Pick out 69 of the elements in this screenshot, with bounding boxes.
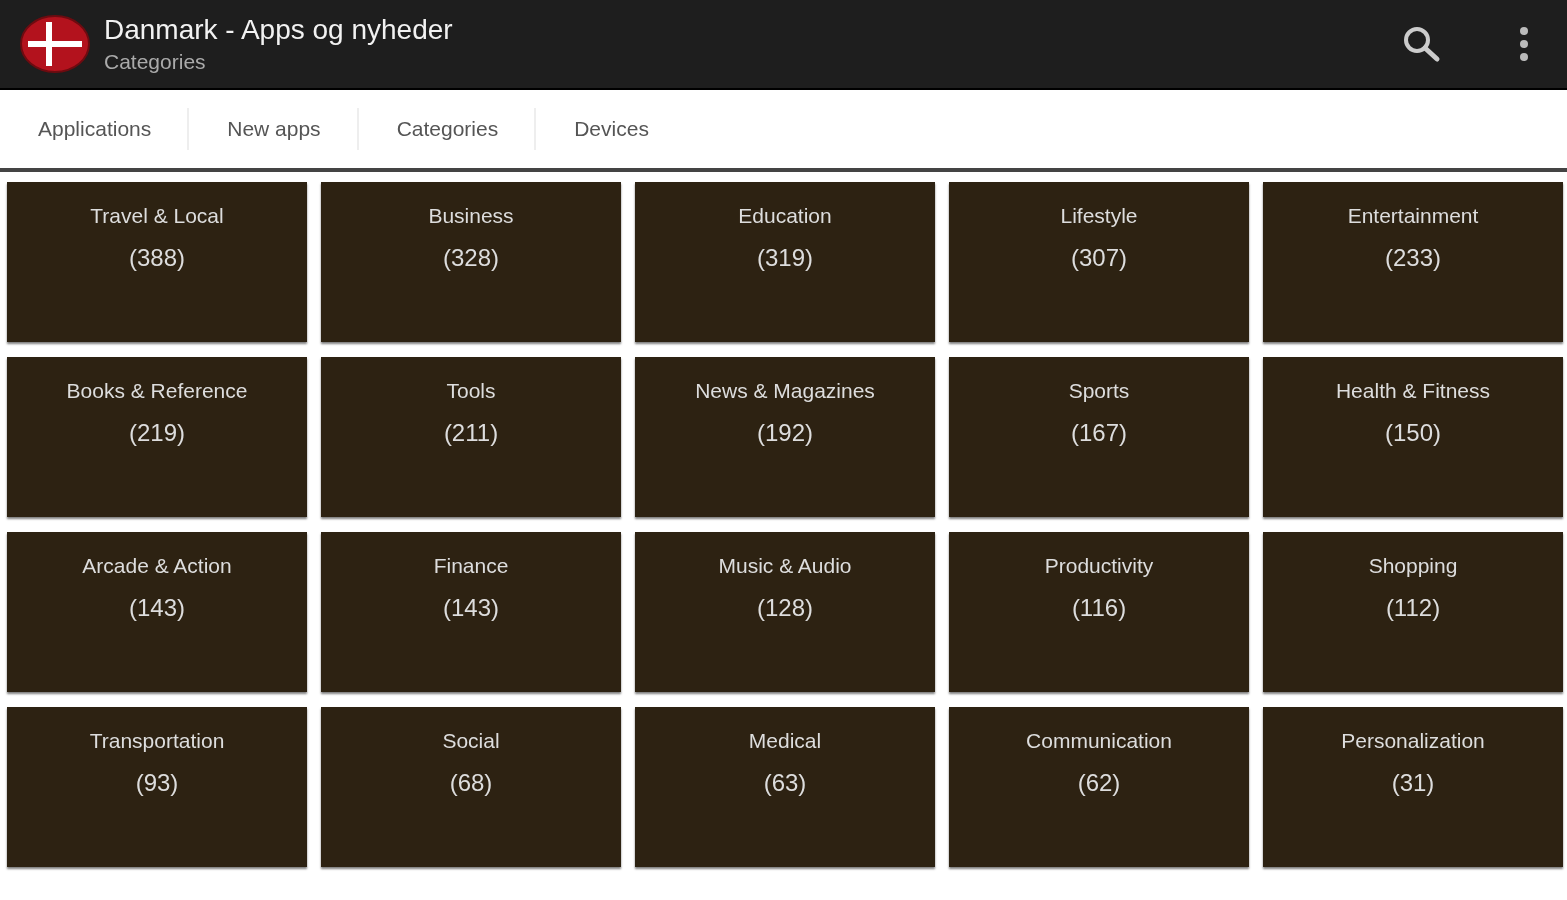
- category-count: (93): [135, 769, 179, 797]
- category-name: Social: [442, 729, 500, 753]
- category-count: (62): [1077, 769, 1121, 797]
- category-name: Entertainment: [1347, 204, 1479, 228]
- category-tile[interactable]: Medical (63): [635, 707, 935, 867]
- category-name: Lifestyle: [1060, 204, 1138, 228]
- category-name: Education: [738, 204, 832, 228]
- category-tile[interactable]: Entertainment (233): [1263, 182, 1563, 342]
- category-name: Books & Reference: [66, 379, 248, 403]
- category-tile[interactable]: Finance (143): [321, 532, 621, 692]
- category-count: (68): [449, 769, 493, 797]
- category-count: (63): [763, 769, 807, 797]
- category-count: (211): [443, 419, 499, 447]
- category-name: Shopping: [1368, 554, 1458, 578]
- category-tile[interactable]: Personalization (31): [1263, 707, 1563, 867]
- category-count: (150): [1385, 419, 1441, 447]
- category-count: (112): [1385, 594, 1441, 622]
- category-tile[interactable]: Lifestyle (307): [949, 182, 1249, 342]
- category-tile[interactable]: Arcade & Action (143): [7, 532, 307, 692]
- tab[interactable]: Applications: [18, 117, 172, 141]
- tab[interactable]: New apps: [207, 117, 341, 141]
- category-tile[interactable]: Transportation (93): [7, 707, 307, 867]
- category-tile[interactable]: Travel & Local (388): [7, 182, 307, 342]
- flag-icon[interactable]: [20, 14, 90, 74]
- category-name: Tools: [446, 379, 496, 403]
- category-tile[interactable]: Tools (211): [321, 357, 621, 517]
- category-name: Finance: [433, 554, 509, 578]
- category-count: (31): [1391, 769, 1435, 797]
- category-name: Transportation: [89, 729, 225, 753]
- category-name: Travel & Local: [90, 204, 224, 228]
- category-tile[interactable]: Business (328): [321, 182, 621, 342]
- category-tile[interactable]: Productivity (116): [949, 532, 1249, 692]
- screen-subtitle: Categories: [104, 50, 207, 74]
- category-count: (307): [1071, 244, 1127, 272]
- category-tile[interactable]: Shopping (112): [1263, 532, 1563, 692]
- category-count: (167): [1071, 419, 1127, 447]
- category-tile[interactable]: Sports (167): [949, 357, 1249, 517]
- tab[interactable]: Categories: [376, 117, 519, 141]
- search-icon[interactable]: [1401, 24, 1441, 64]
- category-name: Communication: [1026, 729, 1172, 753]
- category-name: Music & Audio: [718, 554, 852, 578]
- category-tile[interactable]: News & Magazines (192): [635, 357, 935, 517]
- category-count: (128): [757, 594, 813, 622]
- category-count: (143): [129, 594, 185, 622]
- category-count: (233): [1385, 244, 1441, 272]
- category-count: (388): [129, 244, 185, 272]
- category-count: (116): [1071, 594, 1127, 622]
- category-name: News & Magazines: [695, 379, 875, 403]
- tab[interactable]: Devices: [554, 117, 669, 141]
- category-tile[interactable]: Books & Reference (219): [7, 357, 307, 517]
- category-name: Arcade & Action: [82, 554, 232, 578]
- app-title: Danmark - Apps og nyheder: [104, 14, 453, 46]
- category-count: (219): [129, 419, 185, 447]
- category-name: Sports: [1068, 379, 1130, 403]
- category-tile[interactable]: Health & Fitness (150): [1263, 357, 1563, 517]
- category-tile[interactable]: Communication (62): [949, 707, 1249, 867]
- category-count: (319): [757, 244, 813, 272]
- category-name: Medical: [748, 729, 822, 753]
- category-tile[interactable]: Music & Audio (128): [635, 532, 935, 692]
- category-name: Business: [428, 204, 514, 228]
- category-count: (192): [757, 419, 813, 447]
- category-name: Productivity: [1044, 554, 1154, 578]
- category-count: (143): [443, 594, 499, 622]
- category-tile[interactable]: Social (68): [321, 707, 621, 867]
- category-tile[interactable]: Education (319): [635, 182, 935, 342]
- category-count: (328): [443, 244, 499, 272]
- category-name: Health & Fitness: [1335, 379, 1491, 403]
- category-name: Personalization: [1341, 729, 1485, 753]
- overflow-menu-icon[interactable]: [1519, 26, 1529, 62]
